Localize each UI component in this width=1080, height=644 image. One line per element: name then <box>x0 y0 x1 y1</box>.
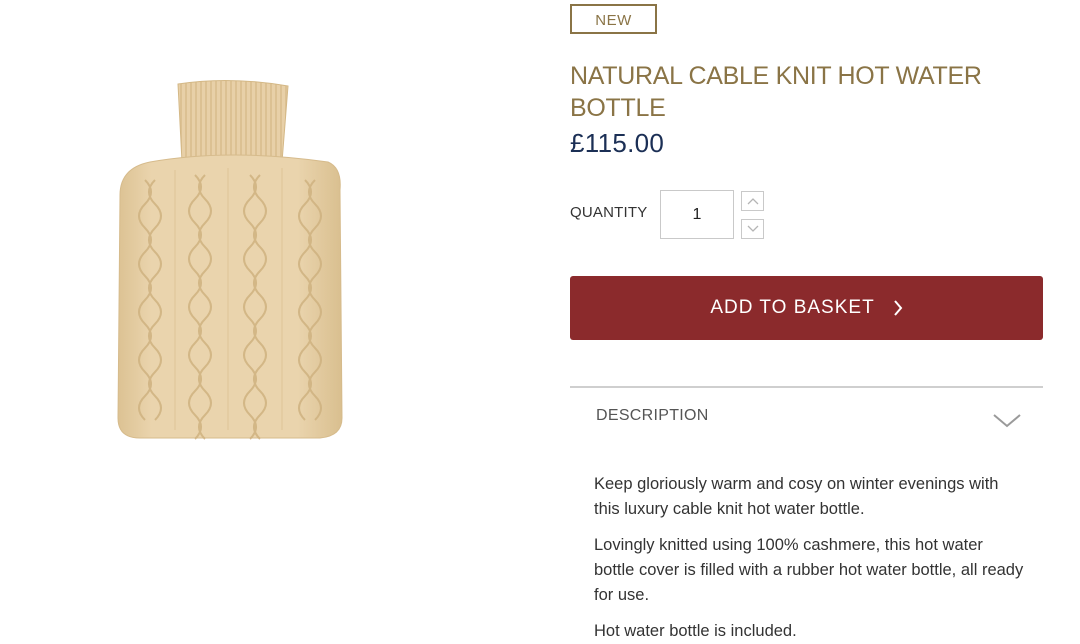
description-paragraph: Keep gloriously warm and cosy on winter … <box>594 475 999 518</box>
add-to-basket-label: ADD TO BASKET <box>710 297 875 318</box>
new-badge: NEW <box>570 4 657 34</box>
chevron-down-icon <box>747 225 758 232</box>
section-divider <box>570 386 1043 388</box>
description-paragraph: Lovingly knitted using 100% cashmere, th… <box>594 536 1024 604</box>
quantity-input[interactable] <box>660 190 734 239</box>
product-image[interactable] <box>100 70 360 460</box>
chevron-up-icon <box>747 198 758 205</box>
product-price: £115.00 <box>570 128 665 158</box>
description-body: Keep gloriously warm and cosy on winter … <box>594 472 1024 644</box>
quantity-decrease-button[interactable] <box>741 219 764 239</box>
new-badge-label: NEW <box>595 12 632 29</box>
chevron-down-icon <box>993 414 1021 428</box>
add-to-basket-button[interactable]: ADD TO BASKET <box>570 276 1043 340</box>
knit-hot-water-bottle-image <box>117 79 343 440</box>
description-toggle[interactable]: DESCRIPTION <box>596 407 709 425</box>
product-page: NEW NATURAL CABLE KNIT HOT WATER BOTTLE … <box>0 0 1080 644</box>
description-paragraph: Hot water bottle is included. <box>594 622 797 640</box>
quantity-label: QUANTITY <box>570 204 648 221</box>
chevron-right-icon <box>893 300 903 316</box>
product-title: NATURAL CABLE KNIT HOT WATER BOTTLE <box>570 62 982 122</box>
description-expand-button[interactable] <box>992 410 1022 430</box>
quantity-increase-button[interactable] <box>741 191 764 211</box>
